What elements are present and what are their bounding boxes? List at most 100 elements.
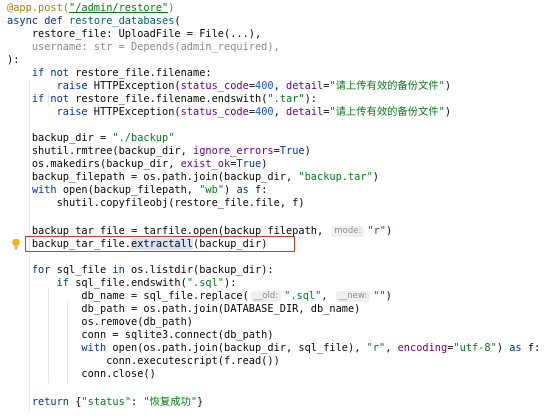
code-line-8[interactable]: if not restore_file.filename.endswith(".…: [7, 93, 317, 106]
code-text: sql_file: [50, 264, 113, 276]
code-text: conn.executescript(f.read()): [106, 355, 280, 367]
comma: ,: [273, 80, 287, 92]
code-text-unused: username: str = Depends(admin_required),: [31, 41, 280, 53]
keyword: as: [509, 342, 522, 354]
keyword: return: [31, 396, 70, 408]
function-name: restore_databases: [69, 15, 175, 27]
keyword: True: [236, 158, 262, 170]
highlight-box: [25, 236, 295, 252]
code-line-24[interactable]: with open(os.path.join(backup_dir, sql_f…: [7, 342, 540, 355]
code-text: open(backup_filepath,: [56, 184, 200, 196]
code-line-18[interactable]: for sql_file in os.listdir(backup_dir):: [7, 264, 274, 277]
paren: ): [224, 184, 237, 196]
param-name: status_code: [180, 106, 249, 118]
code-text: db_name = sql_file.replace(: [81, 290, 249, 302]
code-line-13[interactable]: backup_filepath = os.path.join(backup_di…: [7, 171, 379, 184]
code-line-19[interactable]: if sql_file.endswith(".sql"):: [7, 277, 237, 290]
code-text: backup_filepath = os.path.join(backup_di…: [31, 171, 299, 183]
code-line-4[interactable]: username: str = Depends(admin_required),: [7, 41, 280, 54]
code-text: f:: [248, 184, 268, 196]
keyword: if not: [31, 67, 70, 79]
code-line-6[interactable]: if not restore_file.filename:: [7, 67, 212, 80]
code-editor[interactable]: @app.post("/admin/restore") async def re…: [0, 0, 560, 419]
string: "请上传有效的备份文件": [329, 80, 445, 92]
code-line-22[interactable]: os.remove(db_path): [7, 316, 193, 329]
string: ".sql": [186, 277, 225, 289]
code-line-5[interactable]: ):: [7, 54, 19, 67]
keyword: for: [31, 264, 51, 276]
code-line-27[interactable]: return {"status": "恢复成功"}: [7, 396, 203, 409]
code-text: shutil.rmtree(backup_dir,: [31, 145, 193, 157]
code-text: conn.close(): [81, 368, 156, 380]
code-line-3[interactable]: restore_file: UploadFile = File(...),: [7, 28, 261, 41]
code-text: os.remove(db_path): [81, 316, 193, 328]
string: ".sql": [284, 290, 322, 302]
param-name: encoding: [397, 342, 448, 354]
keyword: if not: [31, 93, 70, 105]
code-line-12[interactable]: os.makedirs(backup_dir, exist_ok=True): [7, 158, 268, 171]
code-line-14[interactable]: with open(backup_filepath, "wb") as f:: [7, 184, 268, 197]
number: 400: [255, 80, 274, 92]
code-text: open(os.path.join(backup_dir, sql_file),: [106, 342, 367, 354]
keyword: if: [56, 277, 70, 289]
string: "wb": [199, 184, 225, 196]
code-line-1[interactable]: @app.post("/admin/restore"): [7, 2, 174, 15]
code-text: db_path = os.path.join(DATABASE_DIR, db_…: [81, 303, 361, 315]
code-text: shutil.copyfileobj(restore_file.file, f): [56, 197, 305, 209]
keyword: raise: [56, 80, 88, 92]
param-name: detail: [286, 80, 324, 92]
param-name: status_code: [180, 80, 249, 92]
string: "r": [366, 342, 386, 354]
code-text: HTTPException(: [87, 80, 181, 92]
keyword: True: [279, 145, 305, 157]
number: 400: [255, 106, 274, 118]
paren: (: [174, 15, 181, 27]
code-line-25[interactable]: conn.executescript(f.read()): [7, 355, 280, 368]
parameter-hint: __old:: [250, 290, 282, 302]
route-string[interactable]: "/admin/restore": [69, 2, 168, 14]
string: "": [373, 290, 386, 302]
code-text: f:: [521, 342, 541, 354]
code-line-21[interactable]: db_path = os.path.join(DATABASE_DIR, db_…: [7, 303, 360, 316]
code-line-11[interactable]: shutil.rmtree(backup_dir, ignore_errors=…: [7, 145, 311, 158]
comma: ,: [273, 106, 287, 118]
paren: ):: [224, 277, 237, 289]
code-line-15[interactable]: shutil.copyfileobj(restore_file.file, f): [7, 197, 305, 210]
lightbulb-icon[interactable]: [11, 238, 21, 250]
param-name: ignore_errors: [193, 145, 274, 157]
code-text: backup_dir =: [31, 132, 113, 144]
string: ".tar": [267, 93, 305, 105]
decorator: @app.post(: [7, 2, 69, 14]
keyword: raise: [56, 106, 88, 118]
code-text: restore_file.filename:: [69, 67, 212, 79]
code-text: os.makedirs(backup_dir,: [31, 158, 181, 170]
keyword: def: [44, 15, 63, 27]
keyword: async: [7, 15, 38, 27]
code-line-7[interactable]: raise HTTPException(status_code=400, det…: [7, 80, 451, 93]
param-name: detail: [286, 106, 324, 118]
paren: ): [444, 106, 452, 118]
code-line-2[interactable]: async def restore_databases(: [7, 15, 181, 28]
code-line-23[interactable]: conn = sqlite3.connect(db_path): [7, 329, 273, 342]
keyword: in: [112, 264, 125, 276]
string: "utf-8": [453, 342, 497, 354]
code-line-20[interactable]: db_name = sql_file.replace(__old: ".sql",…: [7, 290, 391, 303]
code-line-9[interactable]: raise HTTPException(status_code=400, det…: [7, 106, 451, 119]
paren: ): [261, 158, 268, 170]
code-text: ):: [7, 54, 20, 66]
string: "./backup": [112, 132, 175, 144]
comma: ,: [385, 342, 398, 354]
string: "backup.tar": [298, 171, 373, 183]
code-text: os.listdir(backup_dir):: [124, 264, 274, 276]
paren: ): [444, 80, 452, 92]
code-text: restore_file.filename.endswith(: [69, 93, 268, 105]
paren: ):: [304, 93, 318, 105]
keyword: with: [81, 342, 107, 354]
parameter-hint: mode:: [331, 225, 365, 237]
code-line-10[interactable]: backup_dir = "./backup": [7, 132, 175, 145]
paren: ): [496, 342, 510, 354]
code-text: HTTPException(: [87, 106, 181, 118]
code-line-26[interactable]: conn.close(): [7, 368, 156, 381]
paren: ): [372, 171, 379, 183]
parameter-hint: __new:: [335, 290, 371, 302]
